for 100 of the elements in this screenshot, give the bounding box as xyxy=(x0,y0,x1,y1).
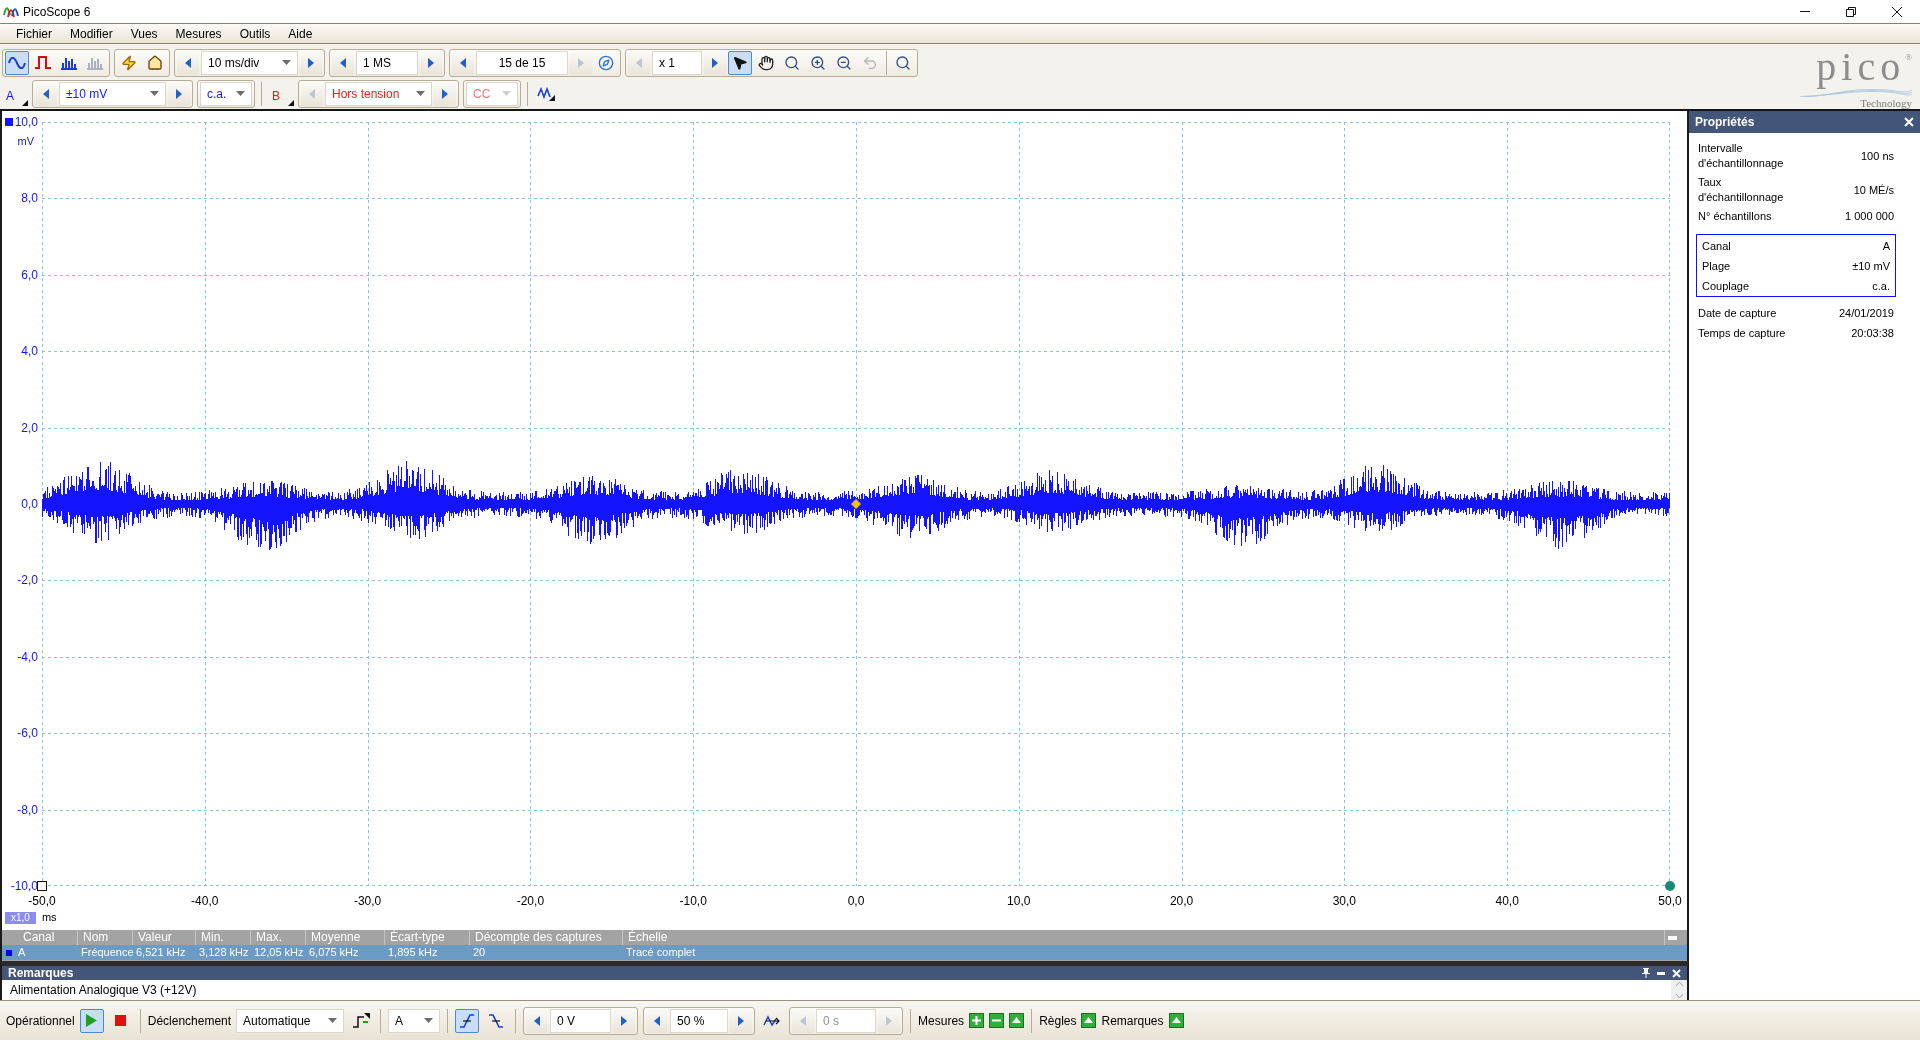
circle-marker-icon xyxy=(1665,881,1675,891)
right-triangle-icon xyxy=(578,57,584,68)
table-cell-text: 6,075 kHz xyxy=(308,945,360,960)
menu-item[interactable]: Outils xyxy=(230,24,280,43)
property-value: c.a. xyxy=(1872,280,1890,292)
panel-title: Propriétés xyxy=(1695,115,1755,129)
square-marker-icon xyxy=(37,881,47,891)
right-triangle-icon xyxy=(428,57,434,68)
axis-label: -40,0 xyxy=(190,894,220,908)
table-cell-text: 20 xyxy=(472,945,487,960)
zoom-out-icon xyxy=(836,54,852,71)
window-title: PicoScope 6 xyxy=(23,4,91,19)
menu-item[interactable]: Modifier xyxy=(61,24,122,43)
axis-label: 4,0 xyxy=(21,344,38,359)
property-label: Couplage xyxy=(1702,280,1750,292)
tool-button[interactable] xyxy=(728,50,752,75)
add-measurement-button[interactable] xyxy=(969,1013,985,1028)
square-wave-icon xyxy=(35,56,51,69)
table-cell-text: 12,05 kHz xyxy=(253,945,305,960)
bar-chart-icon xyxy=(87,55,103,70)
right-triangle-icon xyxy=(621,1015,628,1026)
left-triangle-icon xyxy=(636,57,642,68)
caret-icon xyxy=(416,91,425,96)
property-value: 10 MÉ/s xyxy=(1853,182,1894,198)
corner-triangle-icon xyxy=(288,99,294,106)
coupling-dropdown[interactable]: c.a. xyxy=(200,81,252,106)
caret-icon xyxy=(424,1018,434,1023)
close-button[interactable] xyxy=(1902,115,1916,129)
undo-icon xyxy=(862,54,878,71)
edge-button[interactable] xyxy=(455,1008,480,1033)
axis-label: -2,0 xyxy=(17,573,38,588)
notes-label: Remarques xyxy=(1101,1013,1164,1028)
table-cell-text: 6,521 kHz xyxy=(135,945,187,960)
threshold-field[interactable]: 0 V xyxy=(550,1008,612,1033)
menu-item[interactable]: Aide xyxy=(279,24,322,43)
trigger-source-dropdown[interactable]: A xyxy=(388,1008,441,1033)
logo-text: pico$^{®}$ xyxy=(1816,44,1912,89)
compass-icon xyxy=(598,54,614,71)
menu-item[interactable]: Vues xyxy=(121,24,167,43)
app-logo-icon xyxy=(3,4,19,19)
right-triangle-icon xyxy=(308,57,314,68)
menu-item[interactable]: Mesures xyxy=(166,24,231,43)
close-icon xyxy=(1671,968,1681,978)
right-triangle-icon xyxy=(738,1015,745,1026)
remark-text: Alimentation Analogique V3 (+12V) xyxy=(9,983,198,997)
left-triangle-icon xyxy=(534,1015,541,1026)
chevron-down-icon xyxy=(1675,994,1683,998)
close-button[interactable] xyxy=(1669,966,1683,980)
channel-button[interactable]: B xyxy=(268,81,294,106)
left-triangle-icon xyxy=(185,57,191,68)
axis-label: 40,0 xyxy=(1494,894,1520,908)
range-dropdown[interactable]: ±10 mV xyxy=(59,81,166,106)
axis-label: 6,0 xyxy=(21,267,38,282)
play-button[interactable] xyxy=(79,1008,104,1033)
axis-label: 0,0 xyxy=(846,894,866,908)
right-triangle-icon xyxy=(442,88,448,99)
left-triangle-icon xyxy=(460,57,466,68)
scrollbar[interactable] xyxy=(1671,980,1687,1000)
buffer-field[interactable]: 15 de 15 xyxy=(476,50,568,75)
range-dropdown[interactable]: Hors tension xyxy=(325,81,432,106)
axis-label: -30,0 xyxy=(352,894,383,908)
axis-unit: ms xyxy=(41,911,57,924)
property-label: Taux d'échantillonnage xyxy=(1698,175,1785,205)
pin-button[interactable] xyxy=(1639,966,1653,980)
channel-button[interactable]: A xyxy=(2,81,28,106)
edit-measurement-button[interactable] xyxy=(1009,1013,1025,1028)
left-triangle-icon xyxy=(43,88,49,99)
property-value: A xyxy=(1882,240,1890,252)
left-triangle-icon xyxy=(800,1015,807,1026)
axis-label: 10,0 xyxy=(1006,894,1032,908)
remove-measurement-button[interactable] xyxy=(989,1013,1005,1028)
notes-button[interactable] xyxy=(1168,1013,1184,1028)
zoom-field[interactable]: x 1 xyxy=(652,50,702,75)
caret-icon xyxy=(282,60,291,65)
pretrigger-field[interactable]: 50 % xyxy=(670,1008,729,1033)
wave-icon xyxy=(537,86,555,101)
view-mode-button[interactable] xyxy=(5,50,29,75)
samples-field[interactable]: 1 MS xyxy=(356,50,418,75)
trigger-mode-dropdown[interactable]: Automatique xyxy=(236,1008,345,1033)
run-state-label: Opérationnel xyxy=(6,1013,75,1028)
rulers-label: Règles xyxy=(1039,1013,1077,1028)
timebase-dropdown[interactable]: 10 ms/div xyxy=(201,50,298,75)
axis-label: -20,0 xyxy=(515,894,546,908)
close-icon xyxy=(1904,117,1914,127)
property-label: Plage xyxy=(1702,260,1731,272)
magnifier-icon xyxy=(784,54,800,71)
axis-label: -10,0 xyxy=(10,878,38,893)
caret-icon xyxy=(328,1018,338,1023)
minimize-icon xyxy=(1667,935,1677,940)
axis-label: -6,0 xyxy=(17,726,38,741)
home-icon xyxy=(147,54,163,71)
axis-label: 10,0 xyxy=(14,115,38,129)
menu-item[interactable]: Fichier xyxy=(7,24,61,43)
rulers-button[interactable] xyxy=(1081,1013,1097,1028)
table-cell-text: Fréquence xyxy=(80,945,133,960)
table-cell-text: 3,128 kHz xyxy=(198,945,250,960)
sine-wave-icon xyxy=(8,56,26,69)
zoom-in-icon xyxy=(810,54,826,71)
trigger-label: Déclenchement xyxy=(147,1013,232,1028)
property-value: 24/01/2019 xyxy=(1838,307,1894,319)
